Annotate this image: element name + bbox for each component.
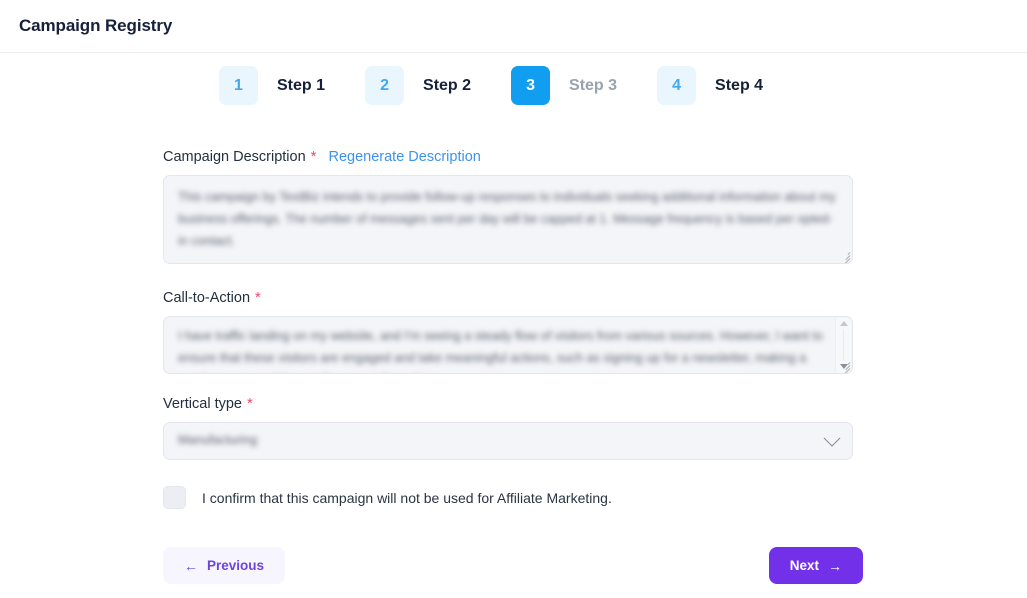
arrow-left-icon: ← [184,559,198,573]
campaign-description-label: Campaign Description [163,149,306,165]
campaign-description-label-row: Campaign Description * Regenerate Descri… [163,149,853,165]
affiliate-confirm-row: I confirm that this campaign will not be… [163,486,853,509]
required-asterisk: * [255,290,261,305]
next-button[interactable]: Next → [769,547,863,584]
field-call-to-action: Call-to-Action * I have traffic landing … [163,290,853,374]
field-vertical-type: Vertical type * Manufacturing [163,396,853,460]
call-to-action-value: I have traffic landing on my website, an… [178,326,826,374]
step-label-1: Step 1 [277,77,325,95]
step-item-3[interactable]: 3 Step 3 [511,66,617,105]
step-item-2[interactable]: 2 Step 2 [365,66,471,105]
previous-button-label: Previous [207,558,264,573]
affiliate-confirm-checkbox[interactable] [163,486,186,509]
arrow-right-icon: → [828,559,842,573]
call-to-action-label: Call-to-Action [163,290,250,306]
chevron-down-icon [824,430,841,447]
resize-handle-icon[interactable] [838,359,850,371]
page-title: Campaign Registry [19,16,172,36]
vertical-type-label: Vertical type [163,396,242,412]
step-badge-1: 1 [219,66,258,105]
step-label-4: Step 4 [715,77,763,95]
affiliate-confirm-label: I confirm that this campaign will not be… [202,490,612,506]
vertical-type-value: Manufacturing [178,430,826,452]
call-to-action-input[interactable]: I have traffic landing on my website, an… [163,316,853,374]
step-item-1[interactable]: 1 Step 1 [219,66,325,105]
vertical-type-label-row: Vertical type * [163,396,853,412]
regenerate-description-link[interactable]: Regenerate Description [329,149,481,165]
next-button-label: Next [790,558,819,573]
field-campaign-description: Campaign Description * Regenerate Descri… [163,149,853,264]
step-label-3: Step 3 [569,77,617,95]
campaign-description-value: This campaign by TextBiz intends to prov… [178,187,838,253]
app-header: Campaign Registry [0,0,1027,53]
campaign-description-input[interactable]: This campaign by TextBiz intends to prov… [163,175,853,264]
step-badge-4: 4 [657,66,696,105]
call-to-action-label-row: Call-to-Action * [163,290,853,306]
campaign-form: Campaign Description * Regenerate Descri… [0,105,853,584]
step-badge-3: 3 [511,66,550,105]
step-progress-bar: 1 Step 1 2 Step 2 3 Step 3 4 Step 4 [0,53,1027,105]
resize-handle-icon[interactable] [838,249,850,261]
previous-button[interactable]: ← Previous [163,547,285,584]
required-asterisk: * [247,396,253,411]
vertical-type-select[interactable]: Manufacturing [163,422,853,460]
step-item-4[interactable]: 4 Step 4 [657,66,763,105]
scroll-up-arrow-icon[interactable] [840,321,848,326]
step-badge-2: 2 [365,66,404,105]
scrollbar-track[interactable] [843,329,844,361]
required-asterisk: * [311,149,317,164]
step-label-2: Step 2 [423,77,471,95]
form-footer: ← Previous Next → [163,547,863,584]
